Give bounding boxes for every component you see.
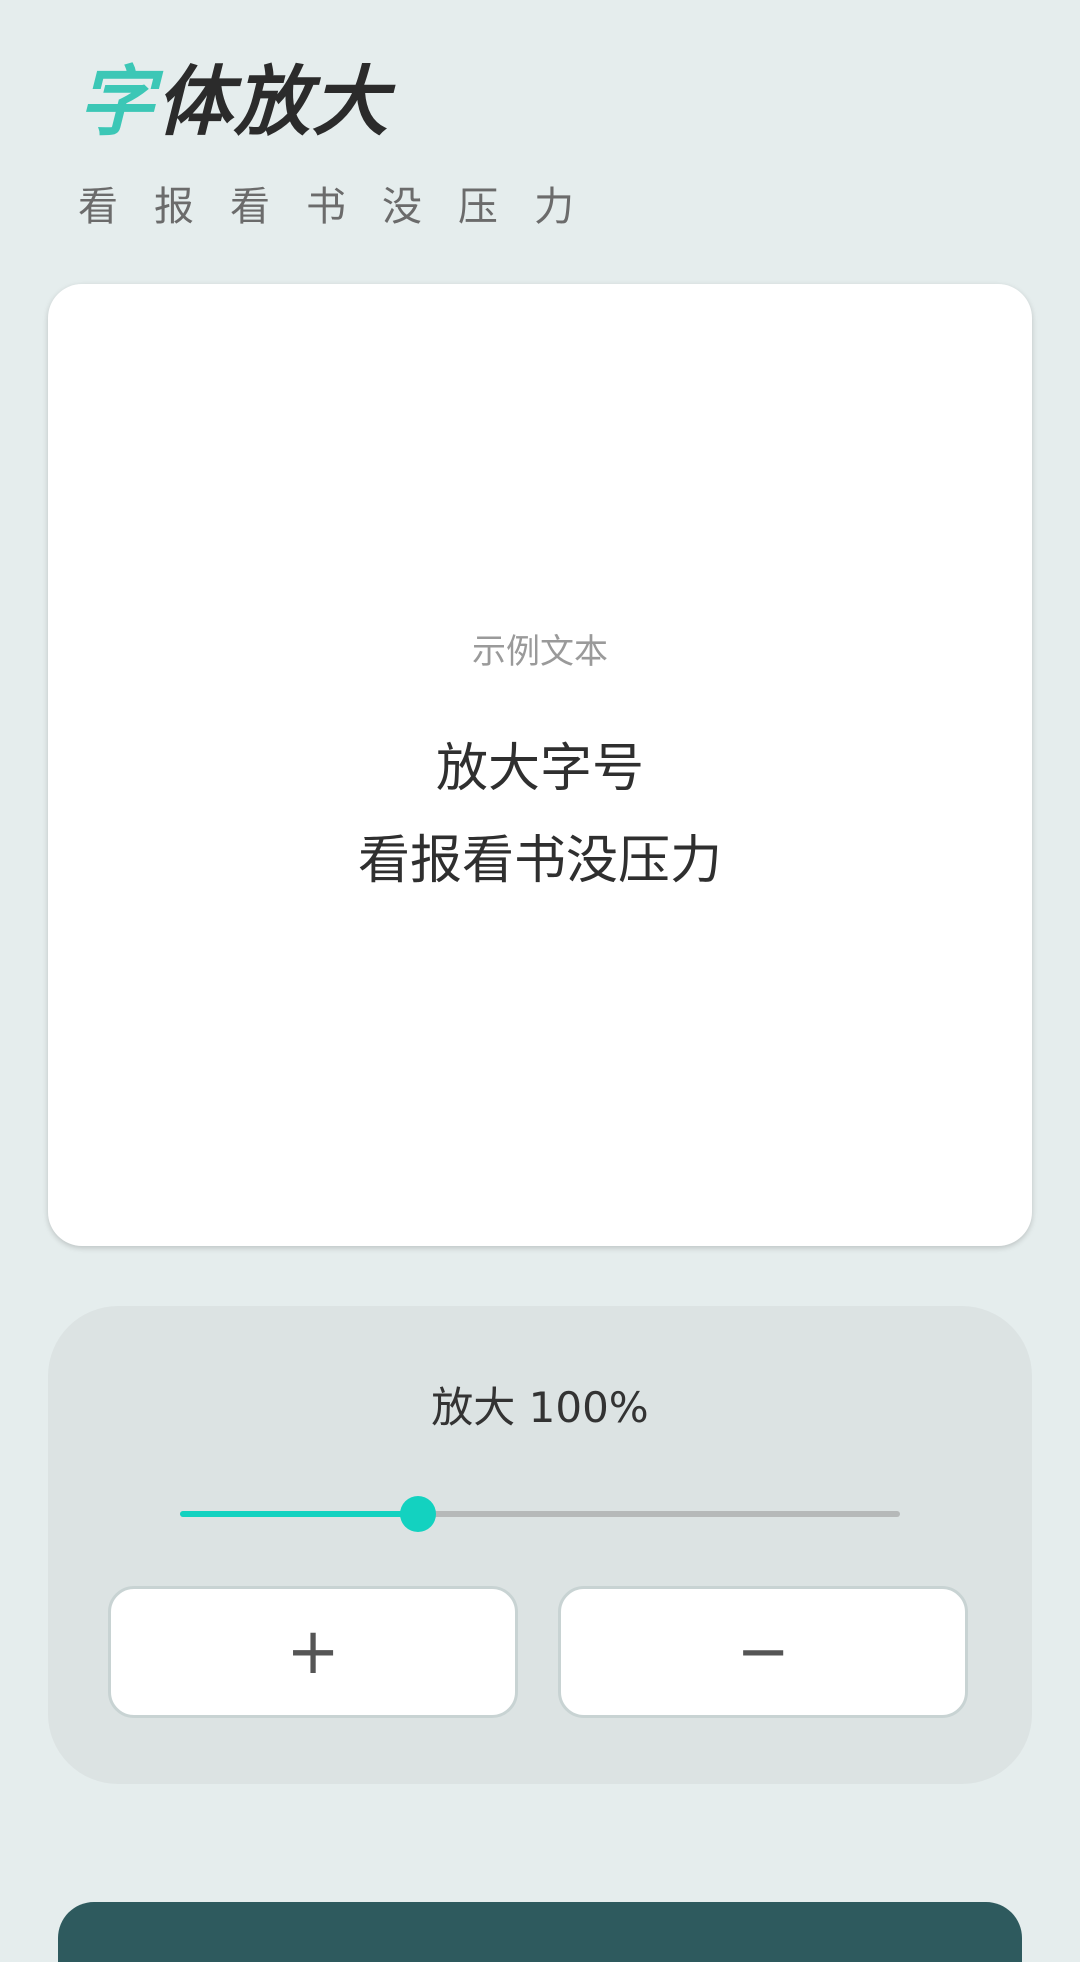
preview-card: 示例文本 放大字号 看报看书没压力 — [48, 284, 1032, 1246]
app-title: 字体放大 — [78, 64, 610, 140]
slider-fill — [180, 1511, 418, 1517]
zoom-out-button[interactable]: − — [558, 1586, 968, 1718]
zoom-slider[interactable] — [180, 1496, 900, 1532]
zoom-in-button[interactable]: + — [108, 1586, 518, 1718]
header: 字体放大 看报看书没压力 — [78, 64, 610, 232]
minus-icon: − — [736, 1615, 790, 1689]
slider-thumb[interactable] — [399, 1496, 436, 1532]
zoom-label: 放大 100% — [431, 1383, 649, 1432]
app-title-rest: 体放大 — [156, 57, 390, 146]
sample-line-2: 看报看书没压力 — [357, 830, 722, 891]
plus-icon: + — [286, 1615, 340, 1689]
bottom-action-bar[interactable] — [58, 1902, 1022, 1962]
control-panel: 放大 100% + − — [48, 1306, 1032, 1784]
sample-label: 示例文本 — [472, 631, 608, 672]
app-title-accent: 字 — [78, 57, 156, 146]
app-subtitle: 看报看书没压力 — [78, 184, 610, 230]
sample-line-1: 放大字号 — [435, 738, 644, 799]
